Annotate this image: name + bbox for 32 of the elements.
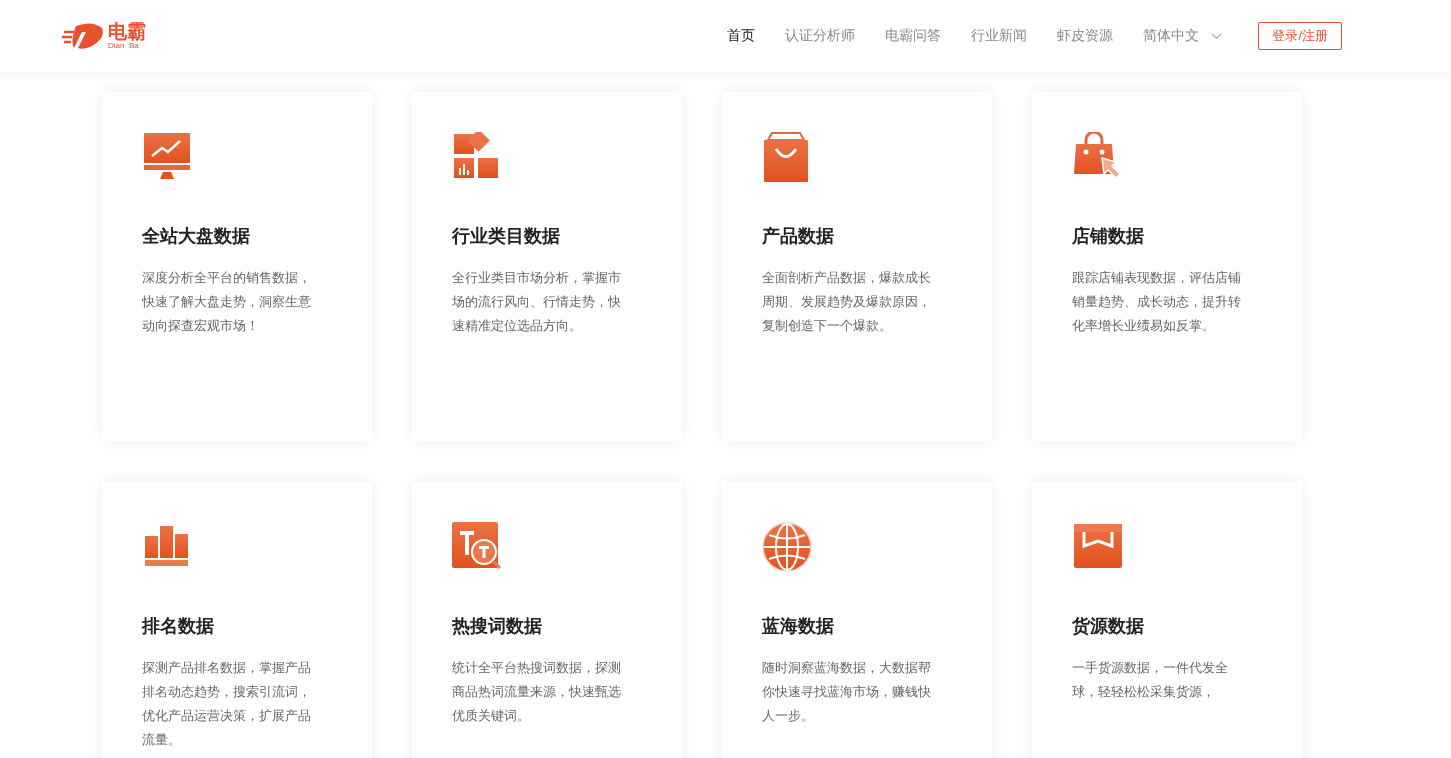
card-description: 随时洞察蓝海数据，大数据帮你快速寻找蓝海市场，赚钱快人一步。: [762, 659, 932, 725]
card-title: 货源数据: [1072, 615, 1145, 638]
language-selector[interactable]: 简体中文: [1143, 27, 1200, 45]
card-description: 深度分析全平台的销售数据，快速了解大盘走势，洞察生意动向探查宏观市场！: [142, 269, 312, 335]
card-description: 全行业类目市场分析，掌握市场的流行风向、行情走势，快速精准定位选品方向。: [452, 269, 622, 335]
logo-icon: [62, 22, 106, 50]
nav-link[interactable]: 行业新闻: [971, 27, 1028, 45]
category-blocks-icon: [452, 132, 500, 180]
logo-subtitle: Dian Ba: [108, 42, 140, 50]
nav-link[interactable]: 电霸问答: [885, 27, 942, 45]
nav-link[interactable]: 认证分析师: [785, 27, 856, 45]
card-description: 统计全平台热搜词数据，探测商品热词流量来源，快速甄选优质关键词。: [452, 659, 622, 725]
card-description: 全面剖析产品数据，爆款成长周期、发展趋势及爆款原因，复制创造下一个爆款。: [762, 269, 932, 335]
logo-text: 电霸: [108, 22, 146, 41]
nav-link[interactable]: 首页: [727, 27, 756, 45]
card-description: 跟踪店铺表现数据，评估店铺销量趋势、成长动态，提升转化率增长业绩易如反掌。: [1072, 269, 1242, 335]
card-title: 店铺数据: [1072, 225, 1145, 248]
login-button[interactable]: 登录/注册: [1258, 22, 1342, 50]
card-title: 行业类目数据: [452, 225, 561, 248]
card-title: 热搜词数据: [452, 615, 543, 638]
monitor-chart-icon: [142, 132, 192, 180]
card-title: 蓝海数据: [762, 615, 835, 638]
shopping-bag-icon: [762, 132, 810, 184]
chevron-down-icon[interactable]: [1211, 32, 1223, 40]
card-title: 全站大盘数据: [142, 225, 251, 248]
card-description: 一手货源数据，一件代发全球，轻轻松松采集货源，: [1072, 659, 1229, 701]
box-icon: [1072, 522, 1122, 570]
card-title: 排名数据: [142, 615, 215, 638]
nav-link[interactable]: 虾皮资源: [1057, 27, 1114, 45]
card-title: 产品数据: [762, 225, 835, 248]
globe-icon: [762, 522, 812, 572]
card-description: 探测产品排名数据，掌握产品排名动态趋势，搜索引流词，优化产品运营决策，扩展产品流量。: [142, 659, 312, 749]
